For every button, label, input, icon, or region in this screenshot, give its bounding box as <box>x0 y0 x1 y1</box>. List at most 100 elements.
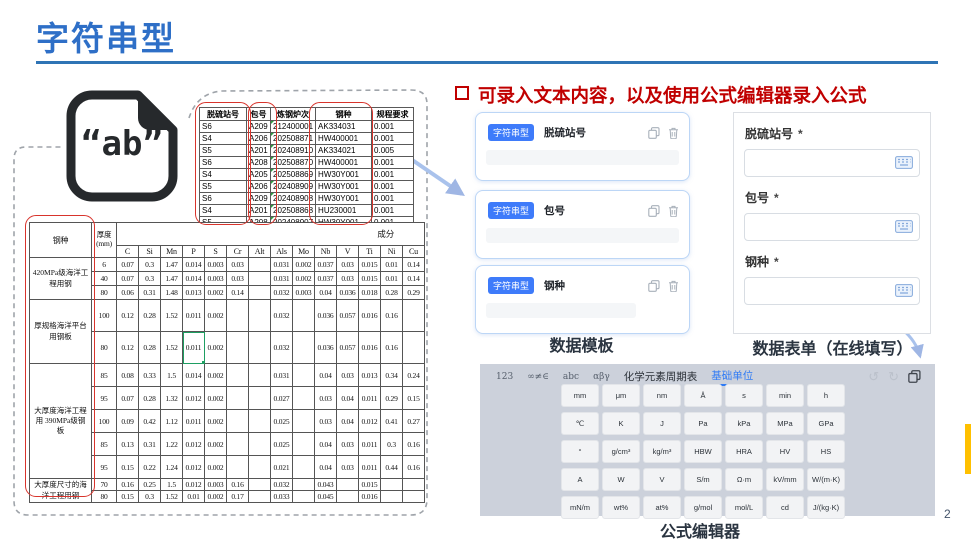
file-icon-label: “ab” <box>64 124 180 164</box>
copy-icon[interactable] <box>648 280 660 292</box>
field-label-package: 包号* <box>745 189 930 206</box>
cell: 0.07 <box>117 258 139 272</box>
cell: 0.014 <box>183 272 205 286</box>
cell <box>227 456 249 479</box>
trash-icon[interactable] <box>668 127 679 139</box>
unit-key[interactable]: μm <box>602 384 640 407</box>
cell: 0.011 <box>183 332 205 364</box>
template-input-package[interactable] <box>486 228 679 243</box>
unit-key[interactable]: HRA <box>725 440 763 463</box>
unit-key[interactable]: S/m <box>684 468 722 491</box>
unit-key[interactable]: MPa <box>766 412 804 435</box>
cell: 0.002 <box>205 433 227 456</box>
formula-editor-toolbar: 123 ∞≠∈ abc αβγ 化学元素周期表基础单位 ↺ ↻ <box>480 364 935 386</box>
redo-icon[interactable]: ↻ <box>888 370 899 383</box>
unit-key[interactable]: HS <box>807 440 845 463</box>
copy-icon[interactable] <box>648 127 660 139</box>
cell <box>403 332 425 364</box>
fe-tab-5[interactable]: 基础单位 <box>711 368 753 386</box>
trash-icon[interactable] <box>668 205 679 217</box>
unit-key[interactable]: kPa <box>725 412 763 435</box>
cell: 0.3 <box>139 272 161 286</box>
unit-key[interactable]: mm <box>561 384 599 407</box>
form-input-steelgrade[interactable] <box>744 277 920 305</box>
trash-icon[interactable] <box>668 280 679 292</box>
column-header: 规程要求 <box>372 108 414 121</box>
cell <box>227 332 249 364</box>
cell: 0.33 <box>139 364 161 387</box>
element-header: Mn <box>161 246 183 258</box>
unit-key[interactable]: kV/mm <box>766 468 804 491</box>
unit-key[interactable]: A <box>561 468 599 491</box>
unit-key[interactable]: mol/L <box>725 496 763 519</box>
cell: 0.031 <box>271 258 293 272</box>
cell: 1.52 <box>161 332 183 364</box>
unit-key[interactable]: cd <box>766 496 804 519</box>
unit-key[interactable]: wt% <box>602 496 640 519</box>
form-input-package[interactable] <box>744 213 920 241</box>
thickness-cell: 85 <box>92 364 117 387</box>
cell: 0.04 <box>337 387 359 410</box>
fe-tab-0[interactable]: 123 <box>496 372 513 382</box>
cell: 0.04 <box>315 364 337 387</box>
unit-key[interactable]: HV <box>766 440 804 463</box>
element-header: Cr <box>227 246 249 258</box>
unit-key[interactable]: K <box>602 412 640 435</box>
cell: 0.002 <box>205 286 227 300</box>
cell: 0.16 <box>227 479 249 491</box>
clipboard-icon[interactable] <box>908 370 921 383</box>
keyboard-icon[interactable] <box>895 156 913 169</box>
cell: 0.03 <box>227 272 249 286</box>
unit-key[interactable]: Pa <box>684 412 722 435</box>
cell: 1.47 <box>161 258 183 272</box>
cell: 0.032 <box>271 300 293 332</box>
title-divider <box>36 61 938 64</box>
keyboard-icon[interactable] <box>895 284 913 297</box>
cell <box>249 332 271 364</box>
copy-icon[interactable] <box>648 205 660 217</box>
thickness-cell: 80 <box>92 286 117 300</box>
unit-key[interactable]: at% <box>643 496 681 519</box>
caption-formula-editor: 公式编辑器 <box>600 518 800 542</box>
field-label-steelgrade: 钢种* <box>745 253 930 270</box>
cell: 0.033 <box>271 491 293 503</box>
unit-key[interactable]: GPa <box>807 412 845 435</box>
unit-key[interactable]: J <box>643 412 681 435</box>
unit-key[interactable]: Ω·m <box>725 468 763 491</box>
fe-tab-3[interactable]: αβγ <box>593 372 610 382</box>
fe-tab-1[interactable]: ∞≠∈ <box>527 372 549 382</box>
unit-key[interactable]: W/(m·K) <box>807 468 845 491</box>
template-input-steelgrade[interactable] <box>486 303 636 318</box>
cell: 0.04 <box>315 433 337 456</box>
unit-key[interactable]: g/mol <box>684 496 722 519</box>
unit-key[interactable]: ° <box>561 440 599 463</box>
fe-tab-2[interactable]: abc <box>563 372 579 382</box>
unit-key[interactable]: Å <box>684 384 722 407</box>
undo-icon[interactable]: ↺ <box>868 370 879 383</box>
cell: 0.002 <box>205 332 227 364</box>
unit-key[interactable]: h <box>807 384 845 407</box>
cell <box>249 286 271 300</box>
cell: 0.08 <box>117 364 139 387</box>
unit-key[interactable]: W <box>602 468 640 491</box>
unit-key[interactable]: ℃ <box>561 412 599 435</box>
element-header: Ti <box>359 246 381 258</box>
unit-key[interactable]: J/(kg·K) <box>807 496 845 519</box>
thickness-cell: 6 <box>92 258 117 272</box>
unit-key[interactable]: kg/m³ <box>643 440 681 463</box>
keyboard-icon[interactable] <box>895 220 913 233</box>
unit-key[interactable]: V <box>643 468 681 491</box>
template-card-package: 字符串型 包号 <box>475 190 690 259</box>
unit-key[interactable]: mN/m <box>561 496 599 519</box>
cell <box>227 433 249 456</box>
unit-key[interactable]: s <box>725 384 763 407</box>
unit-key[interactable]: g/cm³ <box>602 440 640 463</box>
fe-tab-4[interactable]: 化学元素周期表 <box>624 369 698 384</box>
unit-key[interactable]: HBW <box>684 440 722 463</box>
template-input-station[interactable] <box>486 150 679 165</box>
cell: 0.037 <box>315 272 337 286</box>
unit-key[interactable]: nm <box>643 384 681 407</box>
form-input-station[interactable] <box>744 149 920 177</box>
unit-key[interactable]: min <box>766 384 804 407</box>
cell <box>249 300 271 332</box>
